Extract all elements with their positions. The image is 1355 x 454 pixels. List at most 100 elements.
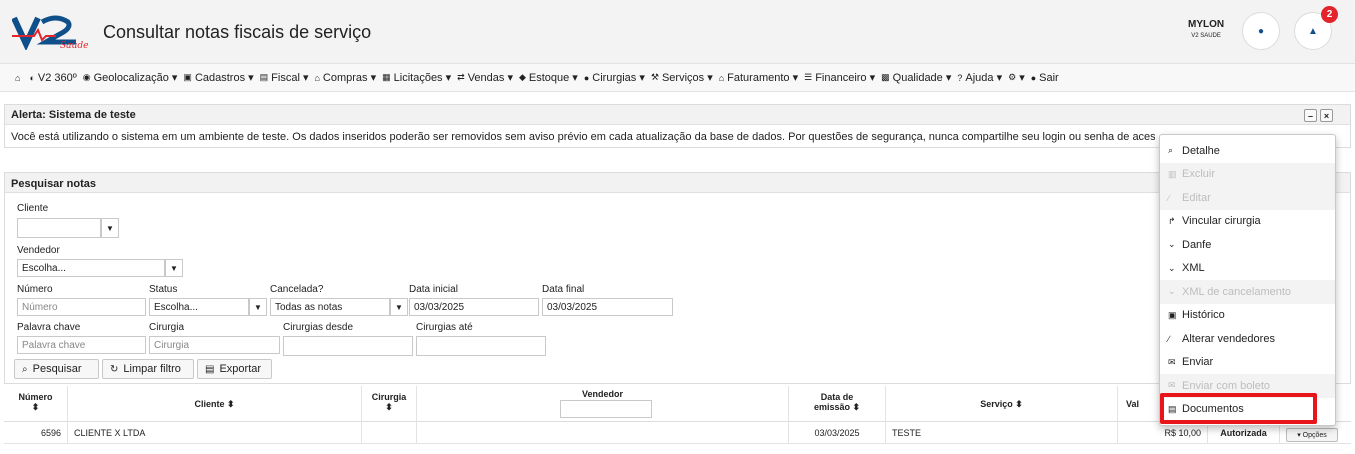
nav-item-1[interactable]: ◐ V2 360º bbox=[29, 72, 76, 84]
bank-icon: ⌂ bbox=[314, 72, 320, 83]
nav-item-10[interactable]: ⚒ Serviços ▾ bbox=[651, 71, 713, 84]
trash-icon: ▥ bbox=[1168, 168, 1177, 179]
nav-item-3[interactable]: ▣ Cadastros ▾ bbox=[183, 71, 253, 84]
main-nav: ⌂ ◐ V2 360º ◉ Geolocalização ▾ ▣ Cadastros ▾ ▤ F… bbox=[0, 64, 1355, 92]
header-data-label-1: Data de bbox=[820, 392, 854, 402]
menu-item-xml-de-cancelamento: ⌄ XML de cancelamento bbox=[1160, 280, 1335, 304]
menu-item-vincular-cirurgia[interactable]: ↱ Vincular cirurgia bbox=[1160, 210, 1335, 234]
menu-item-alterar-vendedores[interactable]: ∕ Alterar vendedores bbox=[1160, 327, 1335, 351]
alert-title: Alerta: Sistema de teste bbox=[5, 105, 1350, 125]
minimize-button[interactable]: – bbox=[1304, 109, 1317, 122]
pesquisar-button[interactable]: ⌕ Pesquisar bbox=[14, 359, 99, 379]
chat-button[interactable]: ● bbox=[1242, 12, 1280, 50]
app-header: Saúde Consultar notas fiscais de serviço… bbox=[0, 0, 1355, 64]
menu-item-label: Vincular cirurgia bbox=[1182, 215, 1261, 228]
header-data-emissao[interactable]: Data de emissão ⬍ bbox=[789, 386, 886, 422]
menu-item-detalhe[interactable]: ⌕ Detalhe bbox=[1160, 139, 1335, 163]
cliente-dropdown-toggle[interactable]: ▼ bbox=[101, 218, 119, 238]
cirurgias-desde-input[interactable] bbox=[283, 336, 413, 356]
user-name: MYLON bbox=[1188, 19, 1225, 30]
nav-item-label: Fiscal ▾ bbox=[271, 72, 309, 84]
menu-item-enviar[interactable]: ✉ Enviar bbox=[1160, 351, 1335, 375]
sort-icon: ⬍ bbox=[385, 402, 393, 412]
nav-item-6[interactable]: ▦ Licitações ▾ bbox=[382, 71, 451, 84]
search-panel-title: Pesquisar notas bbox=[5, 173, 1350, 193]
history-icon: ▣ bbox=[1168, 309, 1177, 320]
header-servico-label: Serviço bbox=[980, 399, 1013, 409]
cancelada-dropdown-toggle[interactable]: ▼ bbox=[390, 298, 408, 316]
nav-item-12[interactable]: ☰ Financeiro ▾ bbox=[804, 71, 875, 84]
menu-item-label: Excluir bbox=[1182, 168, 1216, 181]
options-dropdown-menu: ⌕ Detalhe ▥ Excluir ∕ Editar ↱ Vincular cirurgi… bbox=[1159, 134, 1336, 426]
pesquisar-label: Pesquisar bbox=[32, 363, 82, 375]
vendedor-filter-input[interactable] bbox=[560, 400, 652, 418]
menu-item-hist-rico[interactable]: ▣ Histórico bbox=[1160, 304, 1335, 328]
data-inicial-label: Data inicial bbox=[409, 284, 458, 295]
nav-item-15[interactable]: ⚙ ▾ bbox=[1008, 71, 1025, 84]
cancelada-select[interactable]: Todas as notas bbox=[270, 298, 390, 316]
nav-item-0[interactable]: ⌂ bbox=[15, 73, 23, 83]
menu-item-danfe[interactable]: ⌄ Danfe bbox=[1160, 233, 1335, 257]
nav-item-label: Compras ▾ bbox=[322, 72, 377, 84]
cirurgias-ate-input[interactable] bbox=[416, 336, 546, 356]
status-label: Status bbox=[149, 284, 178, 295]
bank-icon: ⌂ bbox=[718, 72, 725, 83]
menu-item-label: Enviar com boleto bbox=[1182, 379, 1271, 392]
nav-item-16[interactable]: ● Sair bbox=[1031, 72, 1059, 84]
header-cliente[interactable]: Cliente ⬍ bbox=[68, 386, 362, 422]
limpar-filtro-button[interactable]: ↻ Limpar filtro bbox=[102, 359, 194, 379]
palavra-chave-label: Palavra chave bbox=[17, 322, 81, 333]
documentos-highlight bbox=[1160, 393, 1317, 424]
data-inicial-input[interactable]: 03/03/2025 bbox=[409, 298, 539, 316]
cell-numero: 6596 bbox=[4, 422, 68, 444]
header-cirurgia[interactable]: Cirurgia ⬍ bbox=[362, 386, 417, 422]
nav-item-label: Cirurgias ▾ bbox=[592, 72, 645, 84]
sort-icon: ⬍ bbox=[852, 402, 861, 412]
cell-servico: TESTE bbox=[886, 422, 1118, 444]
quality-icon: ▩ bbox=[881, 72, 890, 82]
search-icon: ⌕ bbox=[22, 363, 28, 375]
palavra-chave-input[interactable]: Palavra chave bbox=[17, 336, 146, 354]
cirurgia-input[interactable]: Cirurgia bbox=[149, 336, 280, 354]
vendedor-dropdown-toggle[interactable]: ▼ bbox=[165, 259, 183, 277]
chevron-down-icon: ⌄ bbox=[1168, 262, 1176, 273]
menu-item-editar: ∕ Editar bbox=[1160, 186, 1335, 210]
cell-data: 03/03/2025 bbox=[789, 422, 886, 444]
header-servico[interactable]: Serviço ⬍ bbox=[886, 386, 1118, 422]
numero-input[interactable]: Número bbox=[17, 298, 146, 316]
vendedor-select[interactable]: Escolha... bbox=[17, 259, 165, 277]
opcoes-button[interactable]: ▾ Opções bbox=[1286, 428, 1338, 442]
status-select[interactable]: Escolha... bbox=[149, 298, 249, 316]
refresh-icon: ↻ bbox=[110, 363, 119, 375]
cliente-select[interactable] bbox=[17, 218, 101, 238]
nav-item-2[interactable]: ◉ Geolocalização ▾ bbox=[83, 71, 178, 84]
exchange-icon: ⇄ bbox=[457, 72, 465, 82]
share-icon: ↱ bbox=[1168, 215, 1176, 226]
cirurgias-desde-label: Cirurgias desde bbox=[283, 322, 354, 333]
v2-saude-logo[interactable]: Saúde bbox=[12, 14, 92, 50]
nav-item-4[interactable]: ▤ Fiscal ▾ bbox=[260, 71, 309, 84]
home-icon: ⌂ bbox=[15, 72, 21, 83]
nav-item-5[interactable]: ⌂ Compras ▾ bbox=[314, 71, 376, 84]
power-icon: ● bbox=[1030, 72, 1037, 83]
close-button[interactable]: × bbox=[1320, 109, 1333, 122]
nav-item-8[interactable]: ◆ Estoque ▾ bbox=[519, 71, 578, 84]
nav-item-9[interactable]: ● Cirurgias ▾ bbox=[584, 71, 645, 84]
sort-icon: ⬍ bbox=[226, 399, 235, 409]
header-numero[interactable]: Número ⬍ bbox=[4, 386, 68, 422]
limpar-filtro-label: Limpar filtro bbox=[123, 363, 181, 375]
user-info[interactable]: MYLON V2 SAUDE bbox=[1188, 19, 1224, 39]
export-icon: ▤ bbox=[205, 363, 215, 375]
nav-item-11[interactable]: ⌂ Faturamento ▾ bbox=[719, 71, 798, 84]
status-dropdown-toggle[interactable]: ▼ bbox=[249, 298, 267, 316]
menu-item-xml[interactable]: ⌄ XML bbox=[1160, 257, 1335, 281]
nav-item-14[interactable]: ? Ajuda ▾ bbox=[957, 71, 1002, 84]
data-final-input[interactable]: 03/03/2025 bbox=[542, 298, 673, 316]
wrench-icon: ⚒ bbox=[650, 72, 659, 82]
nav-item-7[interactable]: ⇄ Vendas ▾ bbox=[457, 71, 513, 84]
menu-item-label: Enviar bbox=[1182, 356, 1214, 369]
exportar-button[interactable]: ▤ Exportar bbox=[197, 359, 272, 379]
nav-item-13[interactable]: ▩ Qualidade ▾ bbox=[881, 71, 951, 84]
menu-item-label: Alterar vendedores bbox=[1182, 332, 1275, 345]
plus-circle-icon: ● bbox=[583, 72, 590, 83]
